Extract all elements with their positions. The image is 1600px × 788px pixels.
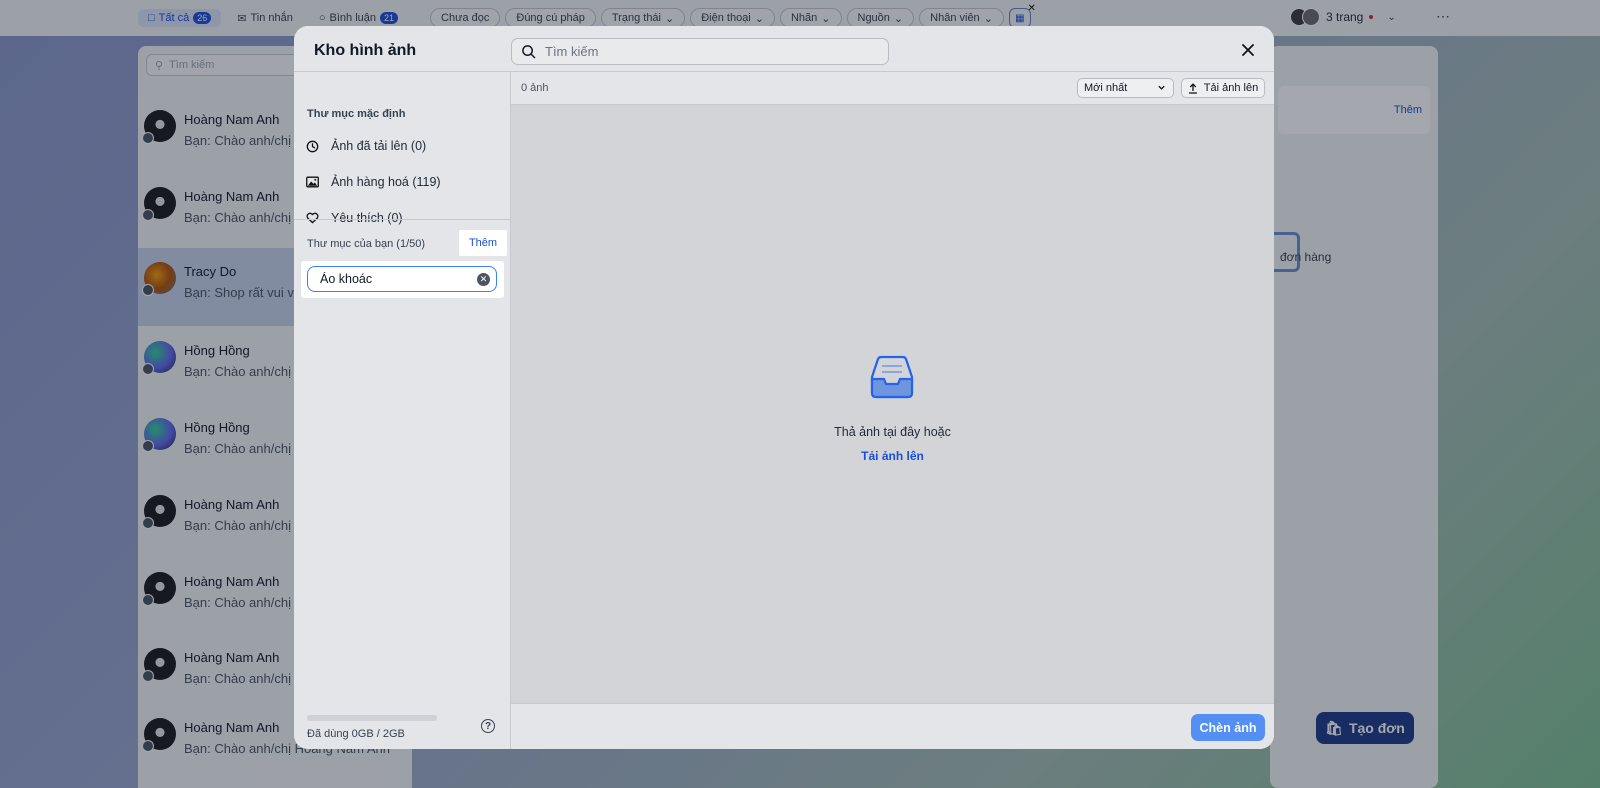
image-icon — [306, 176, 319, 188]
search-icon — [522, 45, 536, 59]
close-icon[interactable] — [1240, 42, 1256, 58]
storage-usage-text: Đã dùng 0GB / 2GB — [307, 728, 405, 740]
help-icon[interactable]: ? — [481, 719, 495, 733]
image-toolbar: 0 ảnh Mới nhất Tải ảnh lên — [511, 72, 1274, 105]
heart-icon — [306, 212, 319, 224]
clear-icon[interactable]: ✕ — [477, 273, 490, 286]
insert-image-button[interactable]: Chèn ảnh — [1191, 714, 1265, 741]
chevron-down-icon — [1158, 85, 1165, 90]
image-dropzone[interactable]: Thả ảnh tại đây hoặc Tải ảnh lên — [511, 105, 1274, 703]
new-folder-row: ✕ — [301, 261, 504, 298]
image-count: 0 ảnh — [521, 82, 549, 94]
user-folders-title: Thư mục của bạn (1/50) — [307, 238, 426, 250]
folder-name-input[interactable] — [320, 272, 470, 286]
clock-icon — [306, 140, 319, 152]
section-divider — [294, 219, 511, 220]
folder-sidebar: Thư mục mặc định Ảnh đã tải lên (0) Ảnh … — [294, 72, 511, 749]
dropzone-text: Thả ảnh tại đây hoặc — [834, 425, 951, 439]
image-library-modal: Kho hình ảnh Thư mục mặc định Ảnh đã tải… — [294, 26, 1274, 749]
folder-name-field: ✕ — [307, 266, 497, 292]
image-area: 0 ảnh Mới nhất Tải ảnh lên Thả ảnh tại đ… — [511, 72, 1274, 749]
image-search-input[interactable] — [545, 44, 865, 59]
folder-products[interactable]: Ảnh hàng hoá (119) — [306, 175, 441, 189]
folder-uploaded[interactable]: Ảnh đã tải lên (0) — [306, 139, 426, 153]
storage-progress — [307, 715, 437, 721]
sort-select[interactable]: Mới nhất — [1077, 78, 1174, 98]
dropzone-upload-link[interactable]: Tải ảnh lên — [511, 449, 1274, 463]
add-folder-button[interactable]: Thêm — [459, 230, 507, 256]
inbox-icon — [870, 355, 914, 399]
upload-button[interactable]: Tải ảnh lên — [1181, 78, 1265, 98]
folder-favorites[interactable]: Yêu thích (0) — [306, 211, 403, 225]
modal-footer: Chèn ảnh — [511, 703, 1274, 749]
upload-icon — [1188, 82, 1197, 94]
image-search-box — [511, 38, 889, 65]
default-folders-title: Thư mục mặc định — [307, 108, 406, 120]
modal-title: Kho hình ảnh — [314, 42, 417, 59]
modal-header: Kho hình ảnh — [294, 26, 1274, 72]
